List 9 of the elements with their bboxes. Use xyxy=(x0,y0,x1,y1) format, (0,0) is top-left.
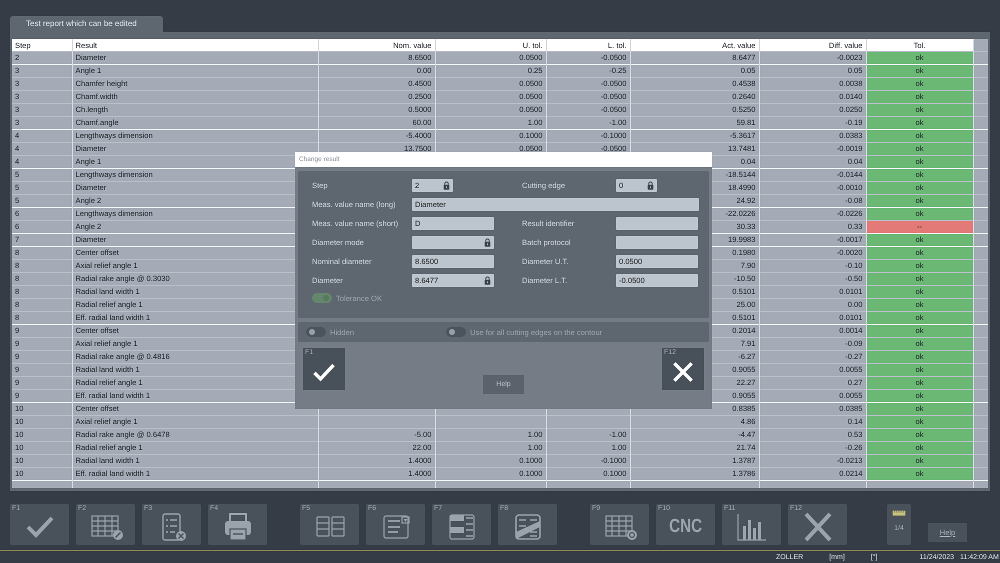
lock-icon xyxy=(647,181,654,190)
lock-icon xyxy=(443,181,450,190)
input-field[interactable] xyxy=(412,236,494,249)
ruler-icon xyxy=(892,510,906,518)
lock-icon xyxy=(484,276,491,285)
lock-icon xyxy=(484,238,491,247)
input-field[interactable] xyxy=(616,217,698,230)
input-field[interactable] xyxy=(616,236,698,249)
report-tab[interactable]: Test report which can be edited xyxy=(10,16,163,32)
